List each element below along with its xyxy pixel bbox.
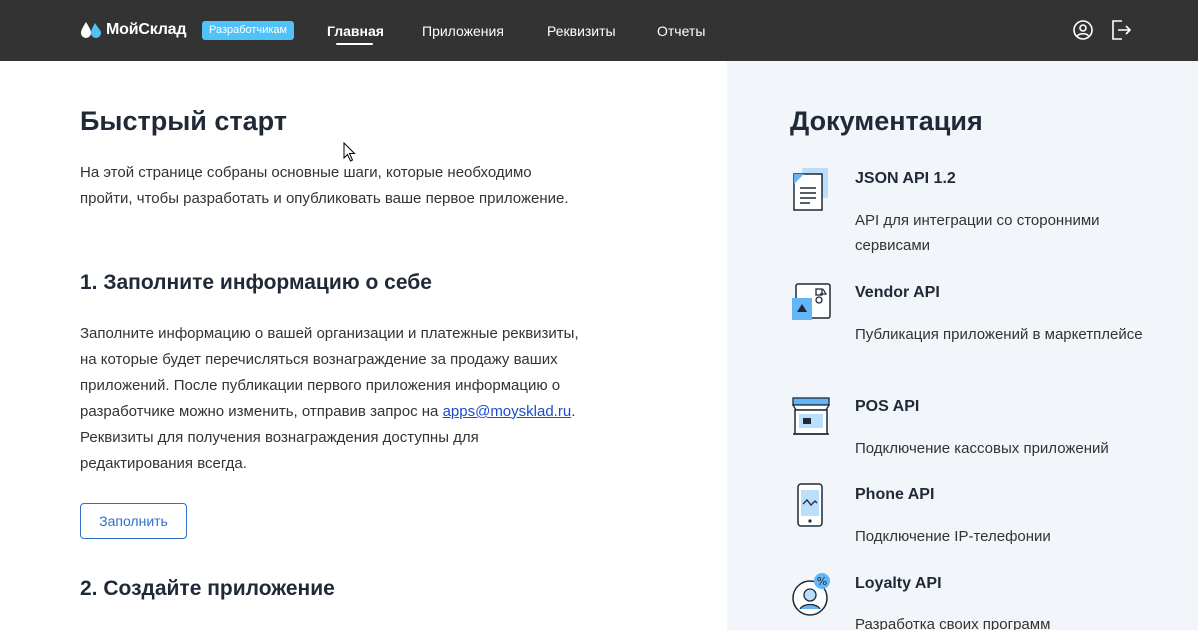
- nav-apps[interactable]: Приложения: [422, 23, 504, 39]
- developers-badge[interactable]: Разработчикам: [202, 21, 295, 40]
- store-icon: [791, 397, 831, 435]
- nav-reports[interactable]: Отчеты: [657, 23, 705, 39]
- marketplace-icon: [792, 283, 831, 320]
- brand-logo[interactable]: МойСклад: [80, 19, 187, 41]
- top-navigation-bar: МойСклад Разработчикам Главная Приложени…: [0, 0, 1198, 61]
- doc-loyalty-api-desc: Разработка своих программ: [855, 616, 1051, 630]
- step1-text: Заполните информацию о вашей организации…: [80, 325, 579, 472]
- svg-text:%: %: [817, 575, 827, 588]
- doc-vendor-api-link[interactable]: Vendor API: [855, 284, 940, 302]
- nav-home[interactable]: Главная: [327, 23, 384, 39]
- document-icon: [793, 168, 828, 211]
- mouse-cursor-icon: [343, 142, 356, 162]
- user-icon[interactable]: [1072, 19, 1094, 41]
- logout-icon[interactable]: [1110, 19, 1132, 41]
- doc-pos-api-desc: Подключение кассовых приложений: [855, 440, 1109, 457]
- phone-icon: [797, 483, 823, 527]
- support-email-link[interactable]: apps@moysklad.ru: [443, 403, 572, 420]
- intro-text: На этой странице собраны основные шаги, …: [80, 164, 569, 207]
- brand-name: МойСклад: [106, 21, 187, 38]
- doc-phone-api-link[interactable]: Phone API: [855, 486, 934, 504]
- doc-pos-api-link[interactable]: POS API: [855, 398, 919, 416]
- docs-title: Документация: [790, 106, 983, 136]
- loyalty-icon: %: [792, 573, 830, 616]
- doc-phone-api-desc: Подключение IP-телефонии: [855, 528, 1051, 545]
- doc-loyalty-api-link[interactable]: Loyalty API: [855, 575, 942, 593]
- nav-requisites[interactable]: Реквизиты: [547, 23, 616, 39]
- doc-vendor-api-desc: Публикация приложений в маркетплейсе: [855, 326, 1143, 343]
- step2-title: 2. Создайте приложение: [80, 577, 335, 600]
- step1-title: 1. Заполните информацию о себе: [80, 271, 432, 294]
- doc-json-api-desc: API для интеграции со сторонними сервиса…: [855, 212, 1100, 254]
- fill-button[interactable]: Заполнить: [80, 503, 187, 539]
- nav-active-indicator: [336, 43, 373, 45]
- doc-json-api-link[interactable]: JSON API 1.2: [855, 170, 956, 188]
- page-title: Быстрый старт: [80, 106, 287, 136]
- logo-drops-icon: [81, 22, 101, 38]
